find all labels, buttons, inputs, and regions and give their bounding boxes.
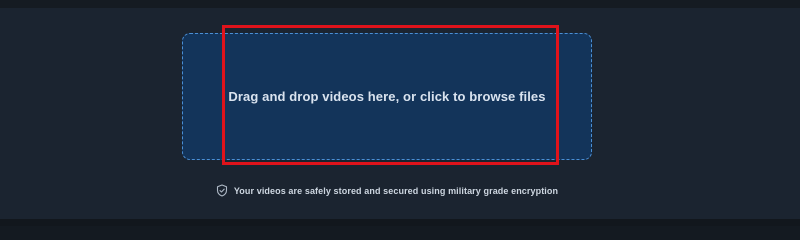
- security-note-text: Your videos are safely stored and secure…: [233, 185, 559, 196]
- video-dropzone[interactable]: Drag and drop videos here, or click to b…: [182, 33, 592, 160]
- shield-check-icon: [216, 184, 228, 197]
- security-note: Your videos are safely stored and secure…: [0, 184, 774, 197]
- dropzone-label: Drag and drop videos here, or click to b…: [228, 89, 546, 104]
- top-strip: [0, 0, 800, 8]
- bottom-strip: [0, 219, 800, 226]
